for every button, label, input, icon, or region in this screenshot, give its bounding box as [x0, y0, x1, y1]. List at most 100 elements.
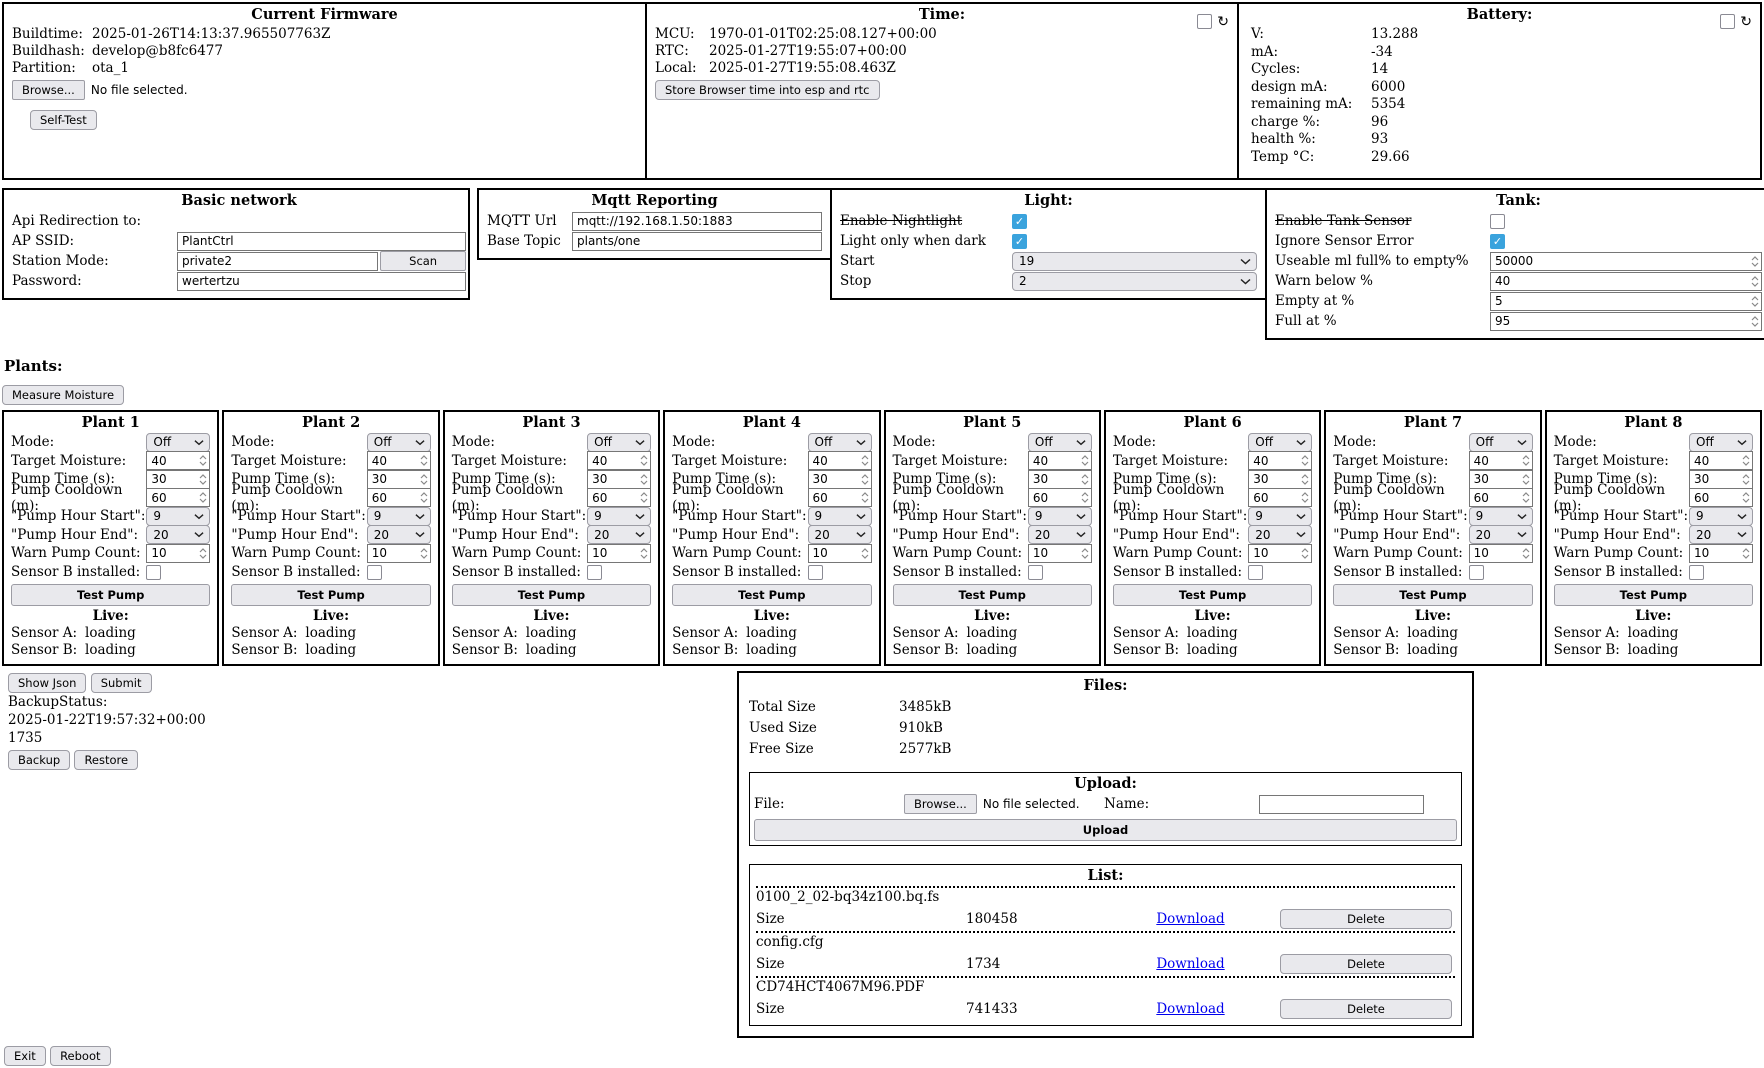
delete-button[interactable]: Delete: [1280, 909, 1452, 929]
pump-time-input[interactable]: 30: [1028, 470, 1092, 489]
refresh-icon[interactable]: ↻: [1740, 15, 1752, 29]
number-spinner-icon[interactable]: [861, 492, 869, 503]
enable-nightlight-checkbox[interactable]: ✓: [1012, 214, 1027, 229]
pump-cooldown-input[interactable]: 60: [1689, 488, 1753, 507]
mode-select[interactable]: Off: [587, 433, 651, 452]
pump-cooldown-input[interactable]: 60: [1469, 488, 1533, 507]
mode-select[interactable]: Off: [1028, 433, 1092, 452]
target-moisture-input[interactable]: 40: [587, 451, 651, 470]
store-browser-time-button[interactable]: Store Browser time into esp and rtc: [655, 80, 880, 100]
pump-hour-end-select[interactable]: 20: [1248, 525, 1312, 544]
sensor-b-installed-checkbox[interactable]: [146, 565, 161, 580]
number-spinner-icon[interactable]: [420, 492, 428, 503]
time-autorefresh-checkbox[interactable]: [1197, 14, 1212, 29]
pump-hour-start-select[interactable]: 9: [1248, 507, 1312, 526]
test-pump-button[interactable]: Test Pump: [1113, 584, 1312, 606]
warn-pump-count-input[interactable]: 10: [146, 544, 210, 563]
pump-cooldown-input[interactable]: 60: [587, 488, 651, 507]
mode-select[interactable]: Off: [1248, 433, 1312, 452]
delete-button[interactable]: Delete: [1280, 954, 1452, 974]
warn-pump-count-input[interactable]: 10: [367, 544, 431, 563]
target-moisture-input[interactable]: 40: [367, 451, 431, 470]
number-spinner-icon[interactable]: [861, 474, 869, 485]
pump-hour-end-select[interactable]: 20: [1469, 525, 1533, 544]
number-spinner-icon[interactable]: [199, 474, 207, 485]
restore-button[interactable]: Restore: [74, 750, 138, 770]
self-test-button[interactable]: Self-Test: [30, 110, 97, 130]
number-spinner-icon[interactable]: [1751, 256, 1759, 267]
number-spinner-icon[interactable]: [1081, 548, 1089, 559]
sensor-b-installed-checkbox[interactable]: [1469, 565, 1484, 580]
pump-hour-end-select[interactable]: 20: [587, 525, 651, 544]
pump-hour-end-select[interactable]: 20: [1028, 525, 1092, 544]
test-pump-button[interactable]: Test Pump: [452, 584, 651, 606]
pump-hour-end-select[interactable]: 20: [808, 525, 872, 544]
number-spinner-icon[interactable]: [640, 548, 648, 559]
target-moisture-input[interactable]: 40: [808, 451, 872, 470]
number-spinner-icon[interactable]: [1301, 455, 1309, 466]
target-moisture-input[interactable]: 40: [146, 451, 210, 470]
number-spinner-icon[interactable]: [640, 492, 648, 503]
pump-cooldown-input[interactable]: 60: [808, 488, 872, 507]
show-json-button[interactable]: Show Json: [8, 673, 86, 693]
pump-hour-start-select[interactable]: 9: [587, 507, 651, 526]
number-spinner-icon[interactable]: [1081, 492, 1089, 503]
pump-hour-start-select[interactable]: 9: [808, 507, 872, 526]
backup-button[interactable]: Backup: [8, 750, 70, 770]
number-spinner-icon[interactable]: [420, 474, 428, 485]
number-spinner-icon[interactable]: [1742, 548, 1750, 559]
number-spinner-icon[interactable]: [199, 548, 207, 559]
light-only-dark-checkbox[interactable]: ✓: [1012, 234, 1027, 249]
number-spinner-icon[interactable]: [1081, 474, 1089, 485]
test-pump-button[interactable]: Test Pump: [231, 584, 430, 606]
mode-select[interactable]: Off: [146, 433, 210, 452]
pump-cooldown-input[interactable]: 60: [1028, 488, 1092, 507]
number-spinner-icon[interactable]: [1522, 474, 1530, 485]
pump-cooldown-input[interactable]: 60: [1248, 488, 1312, 507]
upload-button[interactable]: Upload: [754, 819, 1457, 841]
pump-time-input[interactable]: 30: [587, 470, 651, 489]
test-pump-button[interactable]: Test Pump: [11, 584, 210, 606]
measure-moisture-button[interactable]: Measure Moisture: [2, 385, 124, 405]
light-start-select[interactable]: 19: [1012, 252, 1257, 271]
warn-pump-count-input[interactable]: 10: [1469, 544, 1533, 563]
pump-hour-end-select[interactable]: 20: [146, 525, 210, 544]
refresh-icon[interactable]: ↻: [1217, 15, 1229, 29]
base-topic-input[interactable]: [572, 232, 822, 251]
mode-select[interactable]: Off: [808, 433, 872, 452]
number-spinner-icon[interactable]: [420, 548, 428, 559]
full-at-input[interactable]: 95: [1490, 312, 1762, 331]
warn-below-input[interactable]: 40: [1490, 272, 1762, 291]
pump-hour-end-select[interactable]: 20: [367, 525, 431, 544]
exit-button[interactable]: Exit: [4, 1046, 46, 1066]
password-input[interactable]: [177, 272, 466, 291]
pump-hour-start-select[interactable]: 9: [1469, 507, 1533, 526]
download-link[interactable]: Download: [1156, 911, 1224, 927]
submit-button[interactable]: Submit: [91, 673, 152, 693]
number-spinner-icon[interactable]: [199, 455, 207, 466]
number-spinner-icon[interactable]: [640, 474, 648, 485]
pump-time-input[interactable]: 30: [808, 470, 872, 489]
sensor-b-installed-checkbox[interactable]: [808, 565, 823, 580]
sensor-b-installed-checkbox[interactable]: [587, 565, 602, 580]
pump-hour-start-select[interactable]: 9: [1028, 507, 1092, 526]
number-spinner-icon[interactable]: [1301, 492, 1309, 503]
pump-time-input[interactable]: 30: [1248, 470, 1312, 489]
warn-pump-count-input[interactable]: 10: [587, 544, 651, 563]
number-spinner-icon[interactable]: [1301, 474, 1309, 485]
mode-select[interactable]: Off: [367, 433, 431, 452]
mqtt-url-input[interactable]: [572, 212, 822, 231]
number-spinner-icon[interactable]: [861, 548, 869, 559]
number-spinner-icon[interactable]: [640, 455, 648, 466]
number-spinner-icon[interactable]: [1751, 296, 1759, 307]
number-spinner-icon[interactable]: [1522, 492, 1530, 503]
sensor-b-installed-checkbox[interactable]: [1248, 565, 1263, 580]
mode-select[interactable]: Off: [1689, 433, 1753, 452]
number-spinner-icon[interactable]: [1742, 455, 1750, 466]
station-ssid-input[interactable]: [177, 252, 378, 271]
target-moisture-input[interactable]: 40: [1689, 451, 1753, 470]
test-pump-button[interactable]: Test Pump: [672, 584, 871, 606]
number-spinner-icon[interactable]: [1081, 455, 1089, 466]
light-stop-select[interactable]: 2: [1012, 272, 1257, 291]
pump-cooldown-input[interactable]: 60: [146, 488, 210, 507]
